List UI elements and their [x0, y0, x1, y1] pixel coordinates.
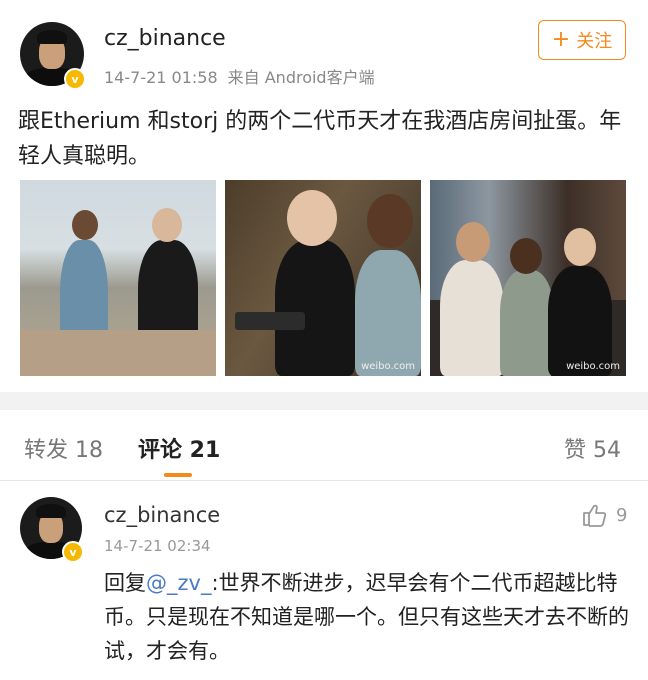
tab-likes[interactable]: 赞 54 — [564, 432, 621, 464]
active-tab-indicator — [164, 473, 192, 477]
interaction-tabs: 转发 18 评论 21 赞 54 — [0, 410, 648, 480]
post-source: 来自 Android客户端 — [227, 68, 375, 87]
post-photo-2[interactable]: weibo.com — [225, 180, 421, 376]
comment-like-button[interactable]: 9 — [582, 503, 627, 527]
follow-button[interactable]: + 关注 — [538, 20, 626, 60]
tabs-border — [0, 480, 648, 481]
tab-comments[interactable]: 评论 21 — [138, 432, 220, 464]
photo-watermark: weibo.com — [361, 361, 415, 372]
follow-label: 关注 — [576, 31, 613, 52]
thumbs-up-icon — [583, 504, 607, 527]
comment-username[interactable]: cz_binance — [104, 503, 220, 527]
verified-badge-icon: v — [64, 68, 86, 90]
post-text: 跟Etherium 和storj 的两个二代币天才在我酒店房间扯蛋。年轻人真聪明… — [18, 109, 622, 169]
reply-prefix: 回复 — [104, 571, 146, 595]
tab-repost[interactable]: 转发 18 — [24, 432, 103, 464]
post-timestamp: 14-7-21 01:58 — [104, 68, 218, 87]
verified-badge-icon: v — [62, 541, 84, 563]
photo-watermark: weibo.com — [566, 361, 620, 372]
comment-text: 回复@_zv_:世界不断进步，迟早会有个二代币超越比特币。只是现在不知道是哪一个… — [104, 566, 632, 668]
post-photo-1[interactable] — [20, 180, 216, 376]
mention-link[interactable]: @_zv_ — [146, 571, 211, 595]
plus-icon: + — [551, 27, 571, 52]
like-count: 9 — [616, 504, 628, 526]
section-divider — [0, 392, 648, 410]
comment-timestamp: 14-7-21 02:34 — [104, 537, 211, 555]
post-username[interactable]: cz_binance — [104, 26, 226, 51]
weibo-post: v cz_binance 14-7-21 01:58 来自 Android客户端 … — [0, 0, 648, 392]
post-photo-3[interactable]: weibo.com — [430, 180, 626, 376]
post-meta: 14-7-21 01:58 来自 Android客户端 — [104, 64, 385, 88]
